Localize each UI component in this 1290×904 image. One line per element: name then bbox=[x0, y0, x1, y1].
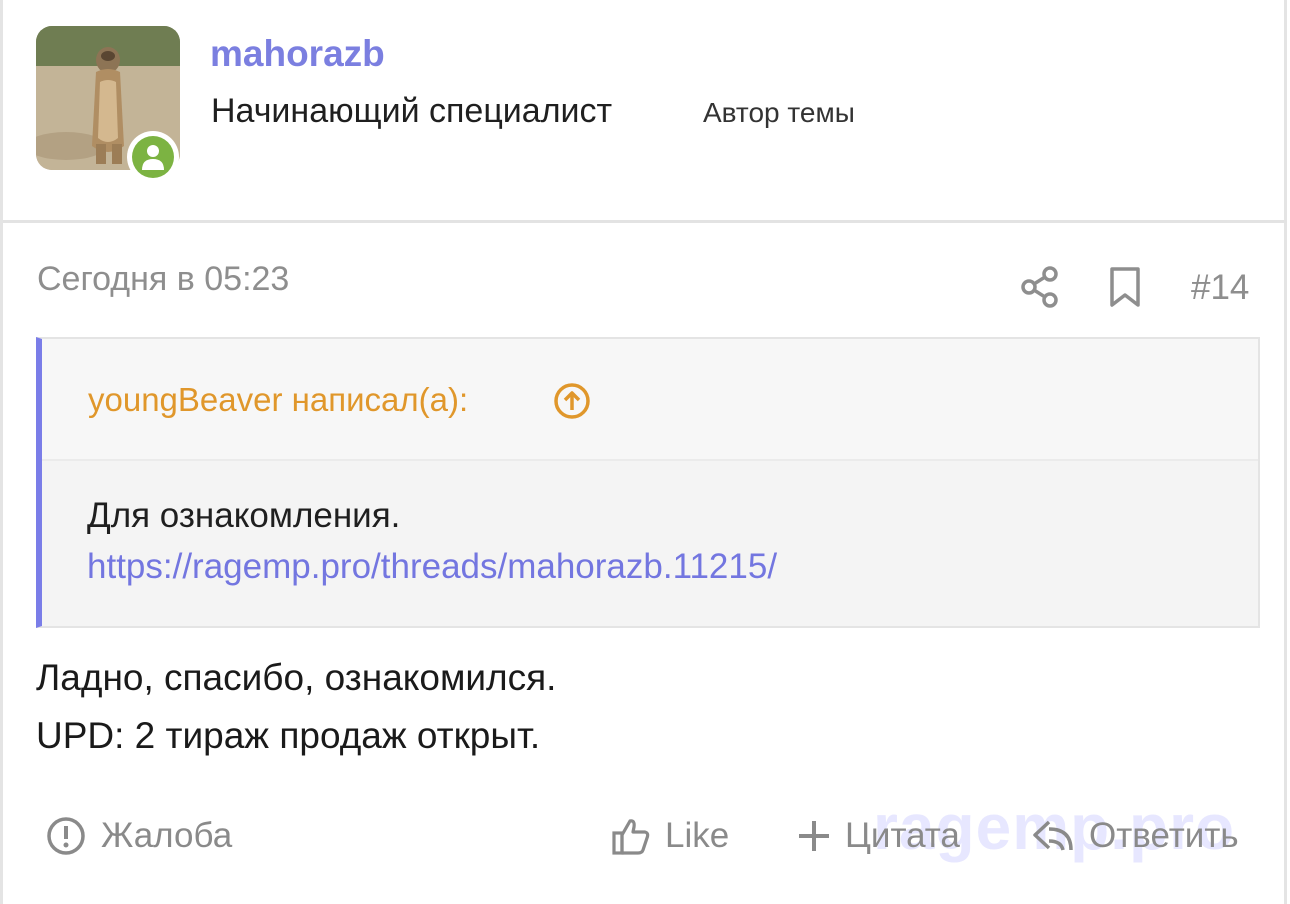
username[interactable]: mahorazb bbox=[210, 30, 385, 78]
bookmark-icon[interactable] bbox=[1107, 266, 1143, 308]
post-date[interactable]: Сегодня в 05:23 bbox=[37, 258, 289, 300]
online-status-badge bbox=[127, 131, 179, 183]
thumbs-up-icon bbox=[612, 819, 650, 855]
arrow-up-circle-icon[interactable] bbox=[552, 381, 592, 421]
quote-header: youngBeaver написал(а): bbox=[42, 339, 1258, 461]
thread-author-badge: Автор темы bbox=[703, 97, 855, 128]
quote-button[interactable]: Цитата bbox=[797, 812, 960, 860]
reply-button[interactable]: Ответить bbox=[1031, 812, 1239, 860]
user-online-icon bbox=[132, 136, 174, 178]
share-icon[interactable] bbox=[1019, 265, 1061, 309]
quote-label: Цитата bbox=[845, 816, 960, 855]
user-title: Начинающий специалист bbox=[211, 92, 613, 130]
quote-text: Для ознакомления. bbox=[87, 496, 401, 535]
user-header: mahorazb Начинающий специалист Автор тем… bbox=[3, 0, 1287, 223]
quote-author[interactable]: youngBeaver написал(а): bbox=[88, 379, 468, 421]
message-text-line: UPD: 2 тираж продаж открыт. bbox=[36, 715, 541, 756]
alert-circle-icon bbox=[47, 817, 85, 855]
message-text-line: Ладно, спасибо, ознакомился. bbox=[36, 657, 557, 698]
reply-label: Ответить bbox=[1089, 816, 1239, 855]
report-label: Жалоба bbox=[101, 816, 233, 855]
post-container: mahorazb Начинающий специалист Автор тем… bbox=[0, 0, 1287, 904]
like-button[interactable]: Like bbox=[611, 812, 729, 860]
like-label: Like bbox=[665, 816, 730, 855]
reply-icon bbox=[1033, 820, 1073, 851]
report-button[interactable]: Жалоба bbox=[45, 812, 232, 860]
post-number[interactable]: #14 bbox=[1191, 266, 1249, 310]
plus-icon bbox=[799, 821, 829, 851]
quote-link[interactable]: https://ragemp.pro/threads/mahorazb.1121… bbox=[87, 544, 777, 590]
